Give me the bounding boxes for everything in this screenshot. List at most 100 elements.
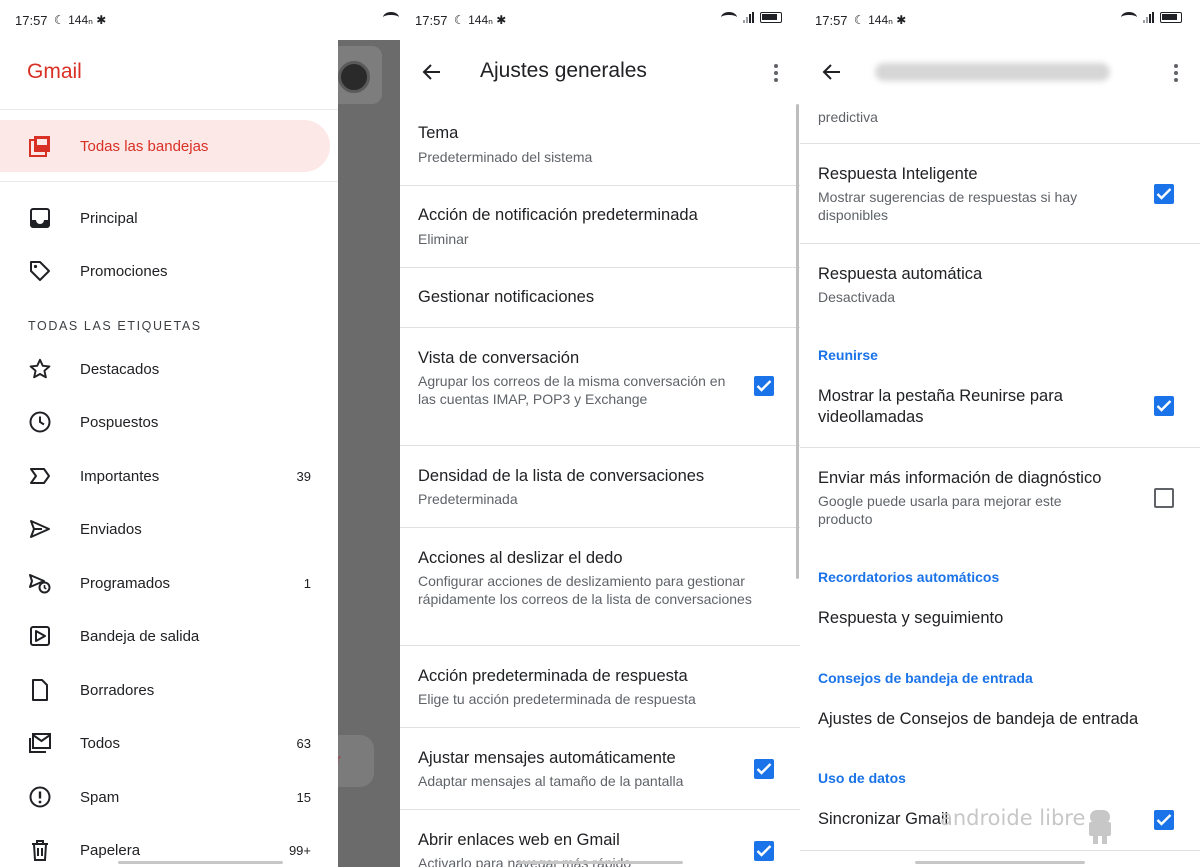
- wifi-icon: [383, 12, 399, 23]
- android-mascot-icon: [1089, 810, 1111, 844]
- drawer-screen: 17:57 ☾ 144ₙ ✱ r Gmail Todas las bandeja…: [0, 0, 400, 867]
- setting-subtitle: predictiva: [818, 109, 878, 125]
- setting-title: Respuesta automática: [818, 265, 983, 283]
- setting-swipe-actions[interactable]: Acciones al deslizar el dedo Configurar …: [400, 528, 800, 646]
- status-system-icons: [383, 12, 400, 23]
- nav-item-count: 63: [296, 735, 311, 751]
- check-icon: [1156, 188, 1172, 200]
- check-icon: [756, 763, 772, 775]
- gesture-bar[interactable]: [118, 861, 283, 864]
- back-arrow-icon[interactable]: [420, 60, 444, 84]
- auto-fit-checkbox[interactable]: [754, 759, 774, 779]
- setting-fragment[interactable]: predictiva: [800, 104, 1200, 144]
- nav-item-borradores[interactable]: Borradores: [0, 664, 330, 716]
- status-indicators: ☾ 144ₙ ✱: [854, 13, 907, 27]
- gesture-bar[interactable]: [518, 861, 683, 864]
- setting-title: Abrir enlaces web en Gmail: [418, 831, 620, 849]
- nav-item-principal[interactable]: Principal: [0, 192, 330, 244]
- setting-diagnostics[interactable]: Enviar más información de diagnóstico Go…: [800, 448, 1200, 548]
- status-time: 17:57: [815, 13, 848, 28]
- account-email-blurred: [875, 63, 1110, 81]
- setting-title: Sincronizar Gmail: [818, 810, 949, 828]
- setting-title: Enviar más información de diagnóstico: [818, 469, 1102, 487]
- setting-meet-tab[interactable]: Mostrar la pestaña Reunirse para videoll…: [800, 374, 1200, 448]
- setting-smart-reply[interactable]: Respuesta Inteligente Mostrar sugerencia…: [800, 144, 1200, 244]
- nav-item-label: Spam: [80, 788, 120, 806]
- conversation-view-checkbox[interactable]: [754, 376, 774, 396]
- setting-open-links[interactable]: Abrir enlaces web en Gmail Activarlo par…: [400, 810, 800, 867]
- check-icon: [756, 845, 772, 857]
- wifi-icon: [1121, 12, 1137, 23]
- meet-tab-checkbox[interactable]: [1154, 396, 1174, 416]
- divider: [0, 109, 338, 110]
- setting-title: Densidad de la lista de conversaciones: [418, 467, 705, 485]
- status-time: 17:57: [415, 13, 448, 28]
- scheduled-icon: [29, 574, 51, 594]
- nav-item-label: Programados: [80, 574, 171, 592]
- status-system-icons: [721, 12, 782, 23]
- setting-manage-notifications[interactable]: Gestionar notificaciones: [400, 268, 800, 328]
- draft-icon: [32, 679, 48, 701]
- gesture-bar[interactable]: [915, 861, 1085, 864]
- nav-item-pospuestos[interactable]: Pospuestos: [0, 396, 330, 448]
- sync-gmail-checkbox[interactable]: [1154, 810, 1174, 830]
- setting-title: Tema: [418, 124, 459, 142]
- nav-item-spam[interactable]: Spam 15: [0, 771, 330, 823]
- nav-item-todos[interactable]: Todos 63: [0, 717, 330, 769]
- setting-subtitle: Mostrar sugerencias de respuestas si hay…: [818, 189, 1078, 223]
- setting-subtitle: Agrupar los correos de la misma conversa…: [418, 373, 726, 407]
- more-options-icon[interactable]: [1174, 64, 1178, 82]
- setting-title: Acción predeterminada de respuesta: [418, 667, 688, 685]
- all-inboxes-icon: [29, 136, 50, 157]
- check-icon: [1156, 814, 1172, 826]
- setting-tema[interactable]: Tema Predeterminado del sistema: [400, 104, 800, 186]
- category-meet: Reunirse: [818, 347, 878, 363]
- nav-item-destacados[interactable]: Destacados: [0, 343, 330, 395]
- nav-item-enviados[interactable]: Enviados: [0, 503, 330, 555]
- setting-subtitle: Google puede usarla para mejorar este pr…: [818, 493, 1062, 527]
- nav-item-bandeja-de-salida[interactable]: Bandeja de salida: [0, 610, 330, 662]
- nav-item-label: Pospuestos: [80, 413, 159, 431]
- nav-item-importantes[interactable]: Importantes 39: [0, 450, 330, 502]
- setting-notification-action[interactable]: Acción de notificación predeterminada El…: [400, 186, 800, 268]
- page-title: Ajustes generales: [480, 59, 647, 82]
- account-settings-screen: 17:57 ☾ 144ₙ ✱ predictiva Respuesta Inte…: [800, 0, 1200, 867]
- more-options-icon[interactable]: [774, 64, 778, 82]
- status-time: 17:57: [15, 13, 48, 28]
- setting-auto-fit[interactable]: Ajustar mensajes automáticamente Adaptar…: [400, 728, 800, 810]
- inbox-icon: [30, 208, 50, 228]
- wifi-icon: [721, 12, 737, 23]
- setting-auto-reply[interactable]: Respuesta automática Desactivada: [800, 244, 1200, 326]
- smart-reply-checkbox[interactable]: [1154, 184, 1174, 204]
- setting-subtitle: Adaptar mensajes al tamaño de la pantall…: [418, 773, 684, 789]
- avatar: [338, 61, 370, 93]
- nav-item-all-inboxes[interactable]: Todas las bandejas: [0, 120, 330, 172]
- tag-icon: [30, 261, 50, 281]
- status-indicators: ☾ 144ₙ ✱: [454, 13, 507, 27]
- open-links-checkbox[interactable]: [754, 841, 774, 861]
- signal-icon: [743, 12, 754, 23]
- setting-subtitle: Elige tu acción predeterminada de respue…: [418, 691, 696, 707]
- setting-title: Respuesta y seguimiento: [818, 609, 1004, 627]
- scrollbar[interactable]: [796, 104, 799, 579]
- setting-subtitle: Predeterminada: [418, 491, 518, 507]
- setting-default-reply[interactable]: Acción predeterminada de respuesta Elige…: [400, 646, 800, 728]
- status-system-icons: [1121, 12, 1182, 23]
- status-bar: 17:57 ☾ 144ₙ ✱: [0, 0, 400, 40]
- back-arrow-icon[interactable]: [820, 60, 844, 84]
- outbox-icon: [30, 626, 50, 646]
- setting-title: Vista de conversación: [418, 349, 580, 367]
- important-icon: [30, 468, 50, 484]
- app-bar: [800, 40, 1200, 104]
- setting-inbox-tips[interactable]: Ajustes de Consejos de bandeja de entrad…: [800, 697, 1200, 747]
- divider: [0, 181, 338, 182]
- diagnostics-checkbox[interactable]: [1154, 488, 1174, 508]
- setting-list-density[interactable]: Densidad de la lista de conversaciones P…: [400, 446, 800, 528]
- nav-item-count: 39: [296, 468, 311, 484]
- setting-reply-follow-up[interactable]: Respuesta y seguimiento: [800, 596, 1200, 646]
- setting-conversation-view[interactable]: Vista de conversación Agrupar los correo…: [400, 328, 800, 446]
- nav-item-programados[interactable]: Programados 1: [0, 557, 330, 609]
- nav-item-promociones[interactable]: Promociones: [0, 245, 330, 297]
- nav-item-count: 1: [303, 575, 311, 591]
- category-inbox-tips: Consejos de bandeja de entrada: [818, 670, 1033, 686]
